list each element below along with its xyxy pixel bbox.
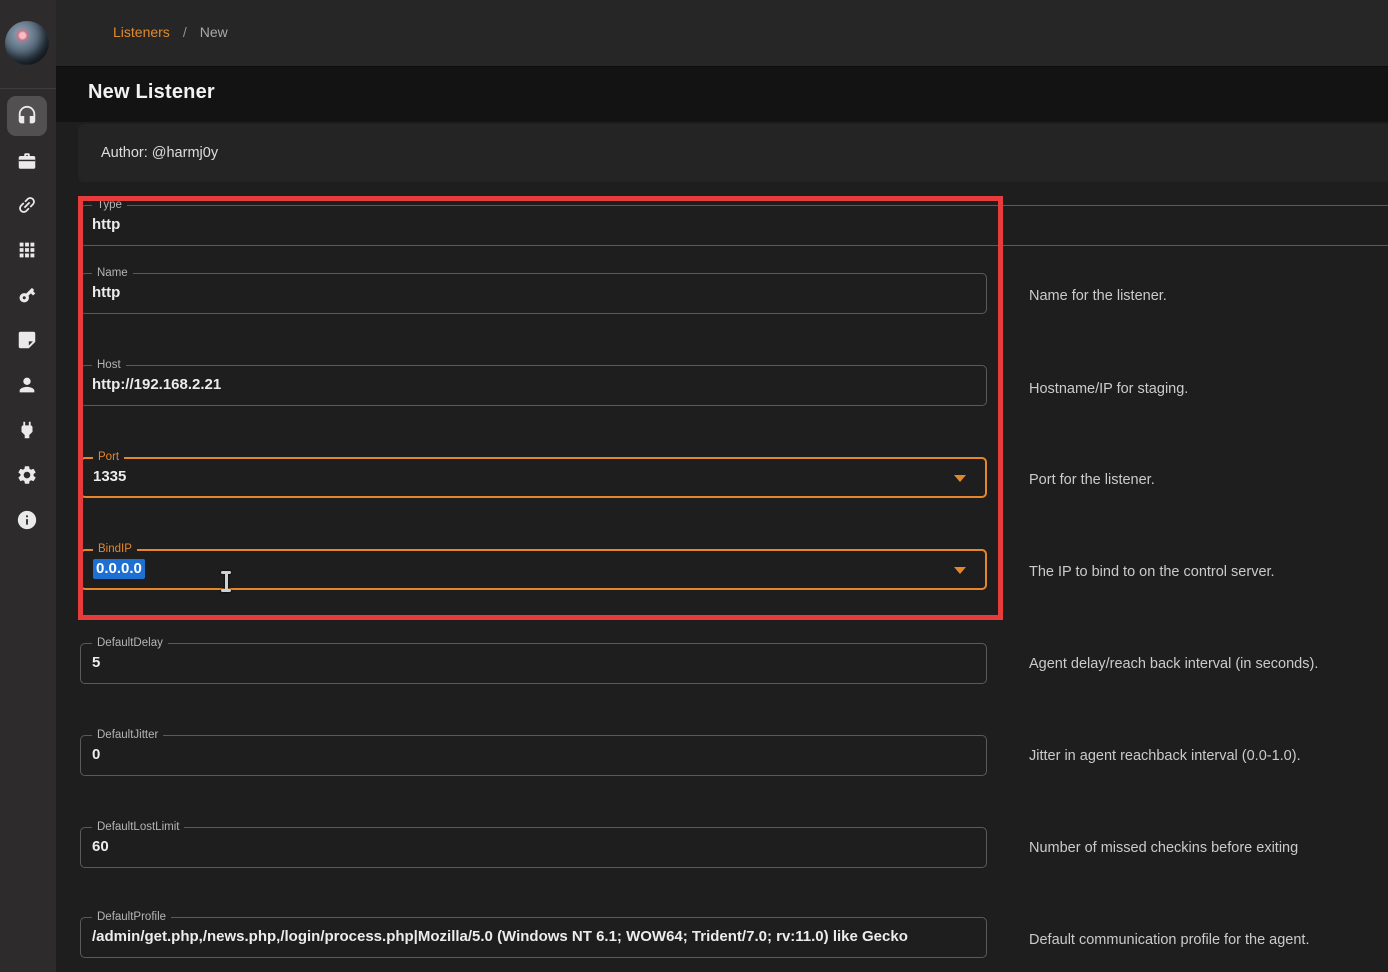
sidebar-item-about[interactable] xyxy=(7,500,47,540)
starkiller-app: Listeners / New New Listener Author: @ha… xyxy=(0,0,1388,972)
defaultlostlimit-value: 60 xyxy=(92,838,109,855)
bindip-label: BindIP xyxy=(93,542,137,557)
app-logo xyxy=(5,21,49,65)
note-icon xyxy=(16,329,38,351)
breadcrumb-link-listeners[interactable]: Listeners xyxy=(113,24,170,40)
host-field[interactable]: Host http://192.168.2.21 xyxy=(80,365,987,406)
sidebar-item-credentials[interactable] xyxy=(7,275,47,315)
name-help: Name for the listener. xyxy=(1029,288,1167,304)
headset-icon xyxy=(16,105,38,127)
port-value: 1335 xyxy=(93,468,126,485)
port-help: Port for the listener. xyxy=(1029,472,1155,488)
key-icon xyxy=(16,284,38,306)
sidebar-item-users[interactable] xyxy=(7,365,47,405)
defaultprofile-help: Default communication profile for the ag… xyxy=(1029,932,1309,948)
briefcase-icon xyxy=(16,150,38,172)
breadcrumb-separator: / xyxy=(183,24,187,40)
defaultjitter-value: 0 xyxy=(92,746,100,763)
type-value: http xyxy=(92,216,120,233)
bindip-select[interactable]: BindIP 0.0.0.0 xyxy=(80,549,987,590)
selected-text: 0.0.0.0 xyxy=(93,559,145,579)
defaultlostlimit-field[interactable]: DefaultLostLimit 60 xyxy=(80,827,987,868)
host-help: Hostname/IP for staging. xyxy=(1029,381,1188,397)
sidebar-item-plugins[interactable] xyxy=(7,410,47,450)
plug-icon xyxy=(16,419,38,441)
bindip-help: The IP to bind to on the control server. xyxy=(1029,564,1275,580)
host-label: Host xyxy=(92,358,126,373)
host-value: http://192.168.2.21 xyxy=(92,376,221,393)
page-header: New Listener xyxy=(56,66,1388,122)
defaultjitter-field[interactable]: DefaultJitter 0 xyxy=(80,735,987,776)
sidebar-item-interact[interactable] xyxy=(7,185,47,225)
page-title: New Listener xyxy=(88,81,215,104)
sidebar-item-reporting[interactable] xyxy=(7,320,47,360)
defaultlostlimit-help: Number of missed checkins before exiting xyxy=(1029,840,1298,856)
name-value: http xyxy=(92,284,120,301)
sidebar-item-stagers[interactable] xyxy=(7,141,47,181)
info-icon xyxy=(16,509,38,531)
defaultdelay-label: DefaultDelay xyxy=(92,636,168,651)
breadcrumb: Listeners / New xyxy=(113,24,228,40)
author-text: Author: @harmj0y xyxy=(101,145,218,161)
defaultprofile-value: /admin/get.php,/news.php,/login/process.… xyxy=(92,928,908,945)
name-field[interactable]: Name http xyxy=(80,273,987,314)
defaultprofile-field[interactable]: DefaultProfile /admin/get.php,/news.php,… xyxy=(80,917,987,958)
text-cursor xyxy=(220,571,232,592)
author-card: Author: @harmj0y xyxy=(78,124,1388,182)
sidebar-divider xyxy=(0,88,56,89)
defaultjitter-label: DefaultJitter xyxy=(92,728,163,743)
dropdown-arrow-icon[interactable] xyxy=(954,567,966,574)
link-icon xyxy=(16,194,38,216)
defaultdelay-field[interactable]: DefaultDelay 5 xyxy=(80,643,987,684)
defaultlostlimit-label: DefaultLostLimit xyxy=(92,820,184,835)
port-select[interactable]: Port 1335 xyxy=(80,457,987,498)
defaultdelay-value: 5 xyxy=(92,654,100,671)
defaultjitter-help: Jitter in agent reachback interval (0.0-… xyxy=(1029,748,1301,764)
sidebar xyxy=(0,0,56,972)
name-label: Name xyxy=(92,266,133,281)
type-field[interactable]: Type http xyxy=(80,205,1388,246)
gear-icon xyxy=(16,464,38,486)
grid-icon xyxy=(16,239,38,261)
sidebar-item-listeners[interactable] xyxy=(7,96,47,136)
sidebar-item-modules[interactable] xyxy=(7,230,47,270)
defaultprofile-label: DefaultProfile xyxy=(92,910,171,925)
dropdown-arrow-icon[interactable] xyxy=(954,475,966,482)
breadcrumb-current: New xyxy=(200,24,228,40)
sidebar-item-settings[interactable] xyxy=(7,455,47,495)
top-bar: Listeners / New xyxy=(56,0,1388,66)
type-label: Type xyxy=(92,198,127,213)
bindip-value: 0.0.0.0 xyxy=(93,560,145,577)
port-label: Port xyxy=(93,450,124,465)
defaultdelay-help: Agent delay/reach back interval (in seco… xyxy=(1029,656,1318,672)
person-icon xyxy=(16,374,38,396)
